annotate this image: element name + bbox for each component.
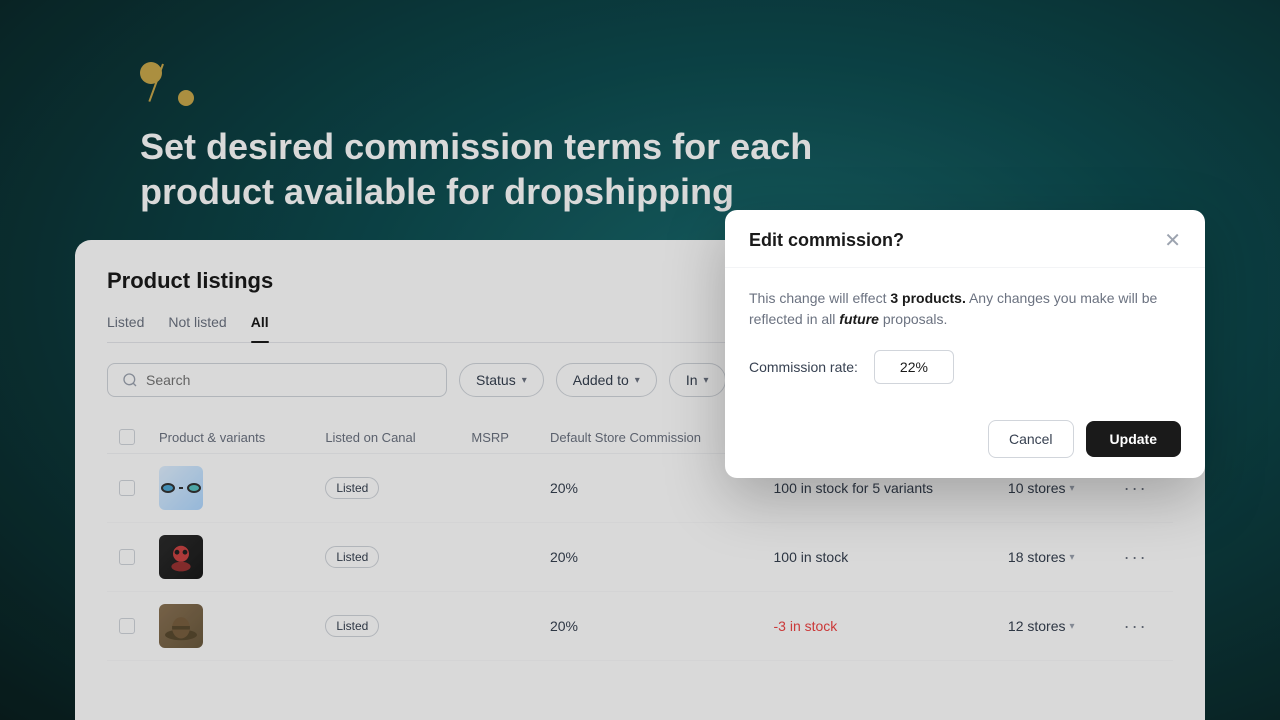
edit-commission-modal: Edit commission? ✕ This change will effe…	[725, 210, 1205, 478]
commission-rate-input[interactable]	[874, 350, 954, 384]
cancel-button[interactable]: Cancel	[988, 420, 1074, 458]
modal-body: This change will effect 3 products. Any …	[725, 268, 1205, 404]
modal-title: Edit commission?	[749, 230, 904, 251]
modal-footer: Cancel Update	[725, 404, 1205, 478]
modal-header: Edit commission? ✕	[725, 210, 1205, 268]
commission-rate-label: Commission rate:	[749, 359, 858, 375]
modal-description: This change will effect 3 products. Any …	[749, 288, 1181, 330]
modal-overlay: Edit commission? ✕ This change will effe…	[0, 0, 1280, 720]
commission-rate-row: Commission rate:	[749, 350, 1181, 384]
update-button[interactable]: Update	[1086, 421, 1181, 457]
close-button[interactable]: ✕	[1164, 231, 1181, 251]
